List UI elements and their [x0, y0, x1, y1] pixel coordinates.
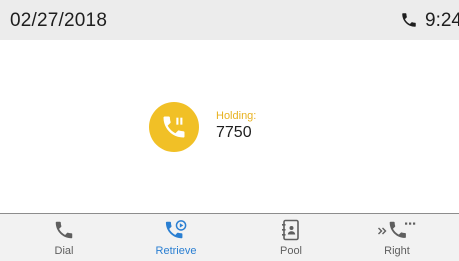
- dial-softkey[interactable]: Dial: [7, 214, 121, 261]
- retrieve-softkey[interactable]: Retrieve: [119, 214, 233, 261]
- date-display: 02/27/2018: [10, 10, 108, 31]
- call-number: 7750: [216, 124, 252, 141]
- call-state-label: Holding:: [216, 110, 257, 122]
- pool-label: Pool: [279, 245, 303, 257]
- retrieve-label: Retrieve: [155, 245, 197, 257]
- more-chevron-phone-icon: [377, 219, 417, 241]
- contacts-book-icon: [281, 219, 301, 241]
- softkey-bar: Dial Retrieve Pool Right: [0, 213, 459, 261]
- phone-hold-icon: [149, 102, 199, 152]
- phone-icon: [400, 11, 418, 29]
- status-bar: 02/27/2018 9:24: [0, 0, 459, 40]
- right-label: Right: [384, 245, 410, 257]
- clock: 9:24: [425, 10, 459, 31]
- dial-label: Dial: [54, 245, 74, 257]
- call-screen: Holding: 7750: [0, 40, 459, 213]
- phone-icon: [53, 219, 75, 241]
- right-softkey[interactable]: Right: [340, 214, 454, 261]
- phone-retrieve-icon: [164, 219, 188, 241]
- pool-softkey[interactable]: Pool: [234, 214, 348, 261]
